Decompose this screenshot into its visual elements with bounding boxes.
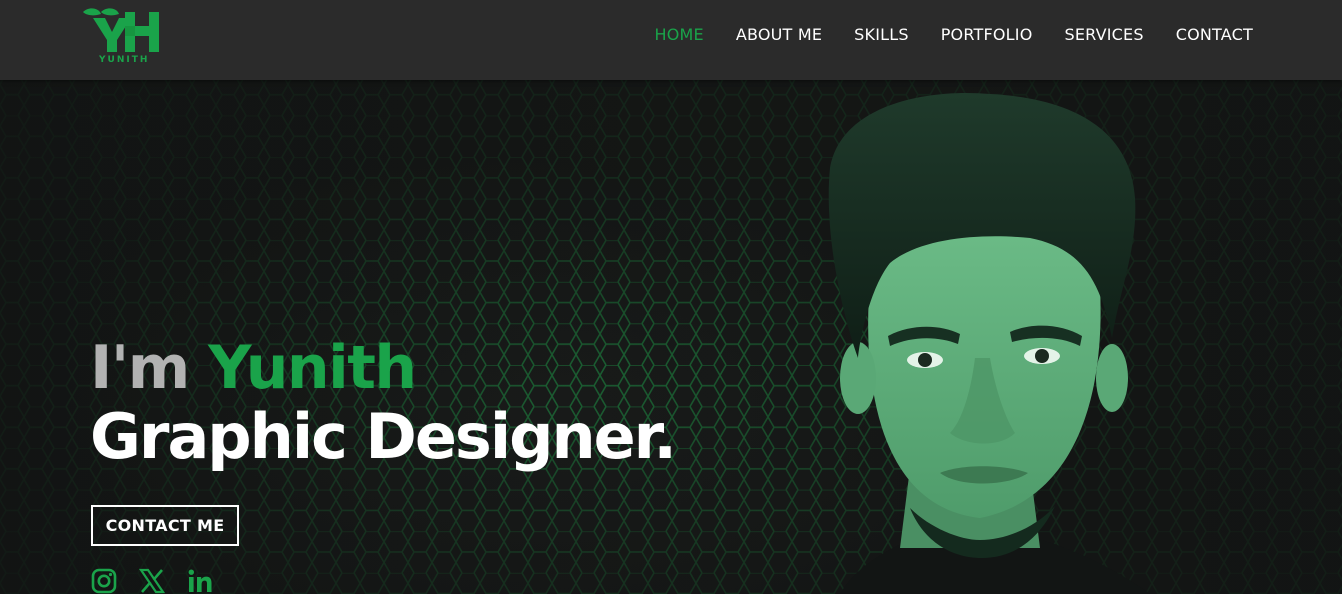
nav-item-home[interactable]: HOME [654, 25, 703, 45]
hero-role: Graphic Designer. [90, 400, 677, 473]
site-header: YUNITH HOME ABOUT ME SKILLS PORTFOLIO SE… [0, 0, 1342, 80]
contact-me-button[interactable]: CONTACT ME [91, 505, 239, 546]
instagram-icon[interactable] [90, 567, 118, 594]
yh-monogram-icon [83, 8, 159, 52]
x-icon[interactable] [138, 567, 166, 594]
nav-item-portfolio[interactable]: PORTFOLIO [941, 25, 1033, 45]
brand-logo[interactable]: YUNITH [79, 6, 163, 68]
hero-name: Yunith [208, 333, 417, 403]
brand-name: YUNITH [99, 55, 150, 65]
hero-intro: I'm Yunith [90, 333, 417, 403]
hero-section: I'm Yunith Graphic Designer. CONTACT ME [0, 80, 1342, 594]
nav-item-services[interactable]: SERVICES [1065, 25, 1144, 45]
nav-item-about-me[interactable]: ABOUT ME [736, 25, 822, 45]
profile-photo [828, 92, 1150, 594]
intro-prefix: I'm [90, 333, 209, 403]
main-nav: HOME ABOUT ME SKILLS PORTFOLIO SERVICES … [622, 25, 1253, 45]
linkedin-icon[interactable] [186, 567, 214, 594]
social-links [90, 567, 214, 594]
nav-item-contact[interactable]: CONTACT [1176, 25, 1253, 45]
nav-item-skills[interactable]: SKILLS [854, 25, 909, 45]
